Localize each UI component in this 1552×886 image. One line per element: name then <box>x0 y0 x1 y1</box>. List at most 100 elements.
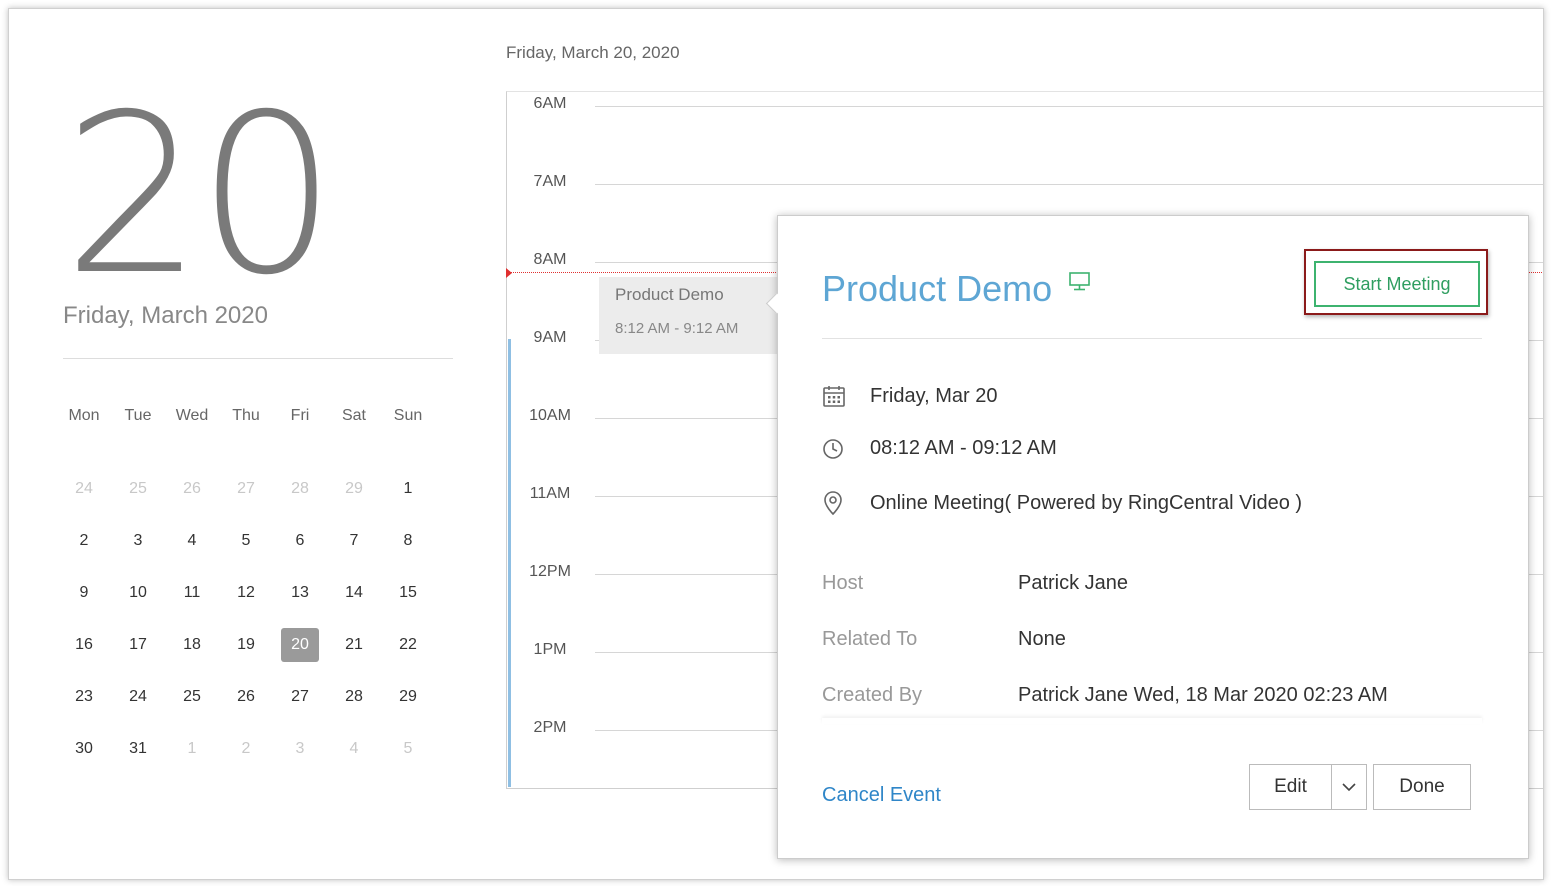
calendar-day[interactable]: 14 <box>327 584 381 602</box>
hour-row: 7AM <box>507 173 1543 193</box>
calendar-week: 23 24 25 26 27 28 29 <box>57 671 443 723</box>
calendar-day[interactable]: 25 <box>165 688 219 706</box>
footer-separator <box>822 718 1482 724</box>
calendar-day[interactable]: 2 <box>219 740 273 758</box>
calendar-day[interactable]: 12 <box>219 584 273 602</box>
event-time-row: 08:12 AM - 09:12 AM <box>822 437 1057 460</box>
start-meeting-button[interactable]: Start Meeting <box>1314 261 1480 307</box>
related-to-label: Related To <box>822 628 918 650</box>
done-button[interactable]: Done <box>1373 764 1471 810</box>
edit-dropdown-toggle[interactable] <box>1332 765 1366 809</box>
hour-label: 6AM <box>533 95 567 112</box>
calendar-day[interactable]: 13 <box>273 584 327 602</box>
hour-label: 10AM <box>529 407 571 424</box>
hour-row: 6AM <box>507 95 1543 115</box>
calendar-day[interactable]: 26 <box>165 480 219 498</box>
hour-label: 2PM <box>533 719 567 736</box>
weekday-wed: Wed <box>175 407 209 424</box>
hour-label: 11AM <box>529 485 571 502</box>
monitor-icon <box>1068 272 1092 297</box>
calendar-day[interactable]: 17 <box>111 636 165 654</box>
calendar-day[interactable]: 4 <box>327 740 381 758</box>
calendar-day[interactable]: 28 <box>327 688 381 706</box>
weekday-thu: Thu <box>232 407 260 424</box>
calendar-week: 16 17 18 19 20 21 22 <box>57 619 443 671</box>
calendar-day[interactable]: 15 <box>381 584 435 602</box>
host-value: Patrick Jane <box>1018 572 1129 594</box>
calendar-day[interactable]: 11 <box>165 584 219 602</box>
calendar-day[interactable]: 27 <box>219 480 273 498</box>
calendar-day[interactable]: 9 <box>57 584 111 602</box>
calendar-week: 30 31 1 2 3 4 5 <box>57 723 443 775</box>
calendar-week: 2 3 4 5 6 7 8 <box>57 515 443 567</box>
hour-label: 1PM <box>533 641 567 658</box>
calendar-day[interactable]: 29 <box>327 480 381 498</box>
weekday-header: Mon Tue Wed Thu Fri Sat Sun <box>57 407 443 425</box>
calendar-week: 9 10 11 12 13 14 15 <box>57 567 443 619</box>
calendar-day[interactable]: 23 <box>57 688 111 706</box>
calendar-day[interactable]: 8 <box>381 532 435 550</box>
hour-line <box>595 184 1543 185</box>
calendar-day[interactable]: 6 <box>273 532 327 550</box>
event-location-row: Online Meeting( Powered by RingCentral V… <box>822 490 1302 516</box>
hour-label: 8AM <box>533 251 567 268</box>
calendar-day[interactable]: 5 <box>219 532 273 550</box>
hour-label: 7AM <box>533 173 567 190</box>
chevron-down-icon <box>1342 780 1356 795</box>
calendar-day[interactable]: 16 <box>57 636 111 654</box>
hour-label: 9AM <box>533 329 567 346</box>
calendar-week: 24 25 26 27 28 29 1 <box>57 463 443 515</box>
hour-line <box>595 106 1543 107</box>
mini-calendar-grid: 24 25 26 27 28 29 1 2 3 4 5 6 7 8 9 10 1… <box>57 463 443 775</box>
big-day-number: 20 <box>63 67 337 323</box>
calendar-day[interactable]: 22 <box>381 636 435 654</box>
calendar-day[interactable]: 30 <box>57 740 111 758</box>
calendar-day[interactable]: 21 <box>327 636 381 654</box>
calendar-day[interactable]: 26 <box>219 688 273 706</box>
event-location: Online Meeting( Powered by RingCentral V… <box>870 491 1303 514</box>
event-time-range: 08:12 AM - 09:12 AM <box>870 437 1057 459</box>
calendar-day[interactable]: 24 <box>57 480 111 498</box>
calendar-day[interactable]: 31 <box>111 740 165 758</box>
edit-button[interactable]: Edit <box>1250 765 1332 809</box>
event-date-row: Friday, Mar 20 <box>822 384 997 408</box>
calendar-day[interactable]: 25 <box>111 480 165 498</box>
event-title: Product Demo <box>822 268 1053 309</box>
calendar-day[interactable]: 28 <box>273 480 327 498</box>
related-to-value: None <box>1018 628 1066 650</box>
calendar-day[interactable]: 4 <box>165 532 219 550</box>
calendar-icon <box>822 384 870 408</box>
event-details-popup: Product Demo Start Meeting Friday, Mar 2… <box>765 215 1529 859</box>
popup-divider <box>822 338 1482 339</box>
map-pin-icon <box>822 490 870 516</box>
calendar-day[interactable]: 1 <box>381 480 435 498</box>
event-block-time: 8:12 AM - 9:12 AM <box>615 320 739 337</box>
calendar-day[interactable]: 5 <box>381 740 435 758</box>
weekday-tue: Tue <box>124 407 152 424</box>
calendar-day[interactable]: 29 <box>381 688 435 706</box>
calendar-day[interactable]: 1 <box>165 740 219 758</box>
created-by-label: Created By <box>822 684 923 706</box>
calendar-day[interactable]: 7 <box>327 532 381 550</box>
calendar-day[interactable]: 18 <box>165 636 219 654</box>
left-divider <box>63 358 453 359</box>
hour-label: 12PM <box>529 563 571 580</box>
calendar-day-selected[interactable]: 20 <box>273 628 327 662</box>
calendar-day[interactable]: 2 <box>57 532 111 550</box>
calendar-day[interactable]: 19 <box>219 636 273 654</box>
clock-icon <box>822 438 870 460</box>
weekday-mon: Mon <box>68 407 100 424</box>
month-label: Friday, March 2020 <box>63 302 268 329</box>
created-by-value: Patrick Jane Wed, 18 Mar 2020 02:23 AM <box>1018 684 1388 706</box>
current-time-marker <box>506 268 512 278</box>
calendar-day[interactable]: 10 <box>111 584 165 602</box>
calendar-day[interactable]: 3 <box>273 740 327 758</box>
edit-button-group: Edit <box>1249 764 1367 810</box>
cancel-event-link[interactable]: Cancel Event <box>822 784 941 807</box>
calendar-day[interactable]: 27 <box>273 688 327 706</box>
weekday-fri: Fri <box>290 407 310 424</box>
event-block[interactable]: Product Demo 8:12 AM - 9:12 AM <box>599 277 784 354</box>
calendar-day[interactable]: 3 <box>111 532 165 550</box>
day-view-date-header: Friday, March 20, 2020 <box>506 43 680 62</box>
calendar-day[interactable]: 24 <box>111 688 165 706</box>
